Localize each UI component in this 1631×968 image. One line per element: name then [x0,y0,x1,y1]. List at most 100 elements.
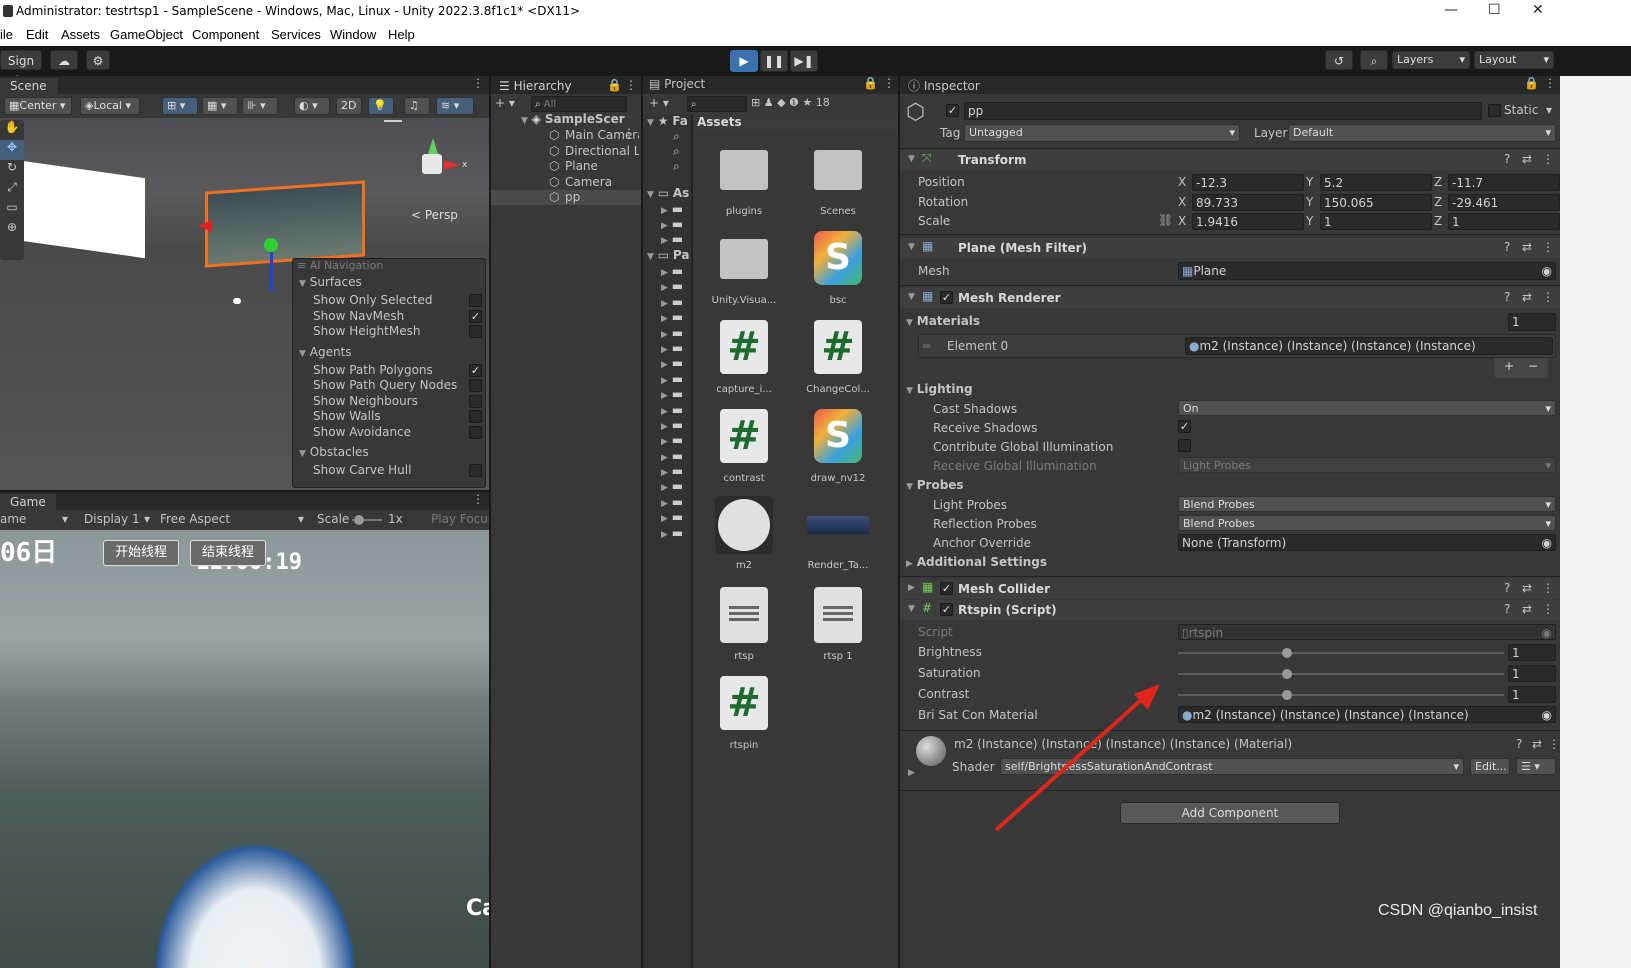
transform-tool-icon[interactable]: ⊕ [0,220,24,240]
hierarchy-item[interactable]: ⬡ Camera [491,175,641,190]
play-icon[interactable]: ▶ [730,50,758,72]
game-view-dropdown[interactable]: ame ▾ [0,512,72,526]
effects-toggle-icon[interactable]: ≋ ▾ [436,97,474,115]
tree-package-node[interactable]: ▶ ▬ [661,479,683,494]
position-x-input[interactable]: -12.3 [1192,174,1304,191]
static-dropdown-icon[interactable]: ▾ [1546,103,1552,117]
tree-package-node[interactable]: ▶ ▬ [661,387,683,402]
slider-thumb[interactable] [1282,648,1292,658]
overlay-item-checkbox[interactable] [469,294,482,307]
probes-foldout[interactable]: ▼ Probes [906,478,964,492]
hierarchy-item[interactable]: ⬡Directional Lig [491,144,641,159]
tab-scene[interactable]: Scene [0,76,58,94]
mesh-field[interactable]: ▦Plane ◉ [1178,262,1556,280]
meshfilter-header[interactable]: ▼ ▦ Plane (Mesh Filter) ? ⇄ ⋮ [900,238,1560,258]
grid-snap-button[interactable]: ⊞ ▾ [162,97,198,115]
overlay-item-checkbox[interactable] [469,379,482,392]
fav-search-icon[interactable]: ⌕ [673,144,680,159]
help-icon[interactable]: ? [1504,240,1510,254]
remove-element-button[interactable]: − [1528,359,1538,373]
game-viewport[interactable]: 06日 11:00:19 开始线程 结束线程 Ca [0,530,489,968]
materials-count-input[interactable]: 1 [1508,313,1556,331]
light-probes-dropdown[interactable]: Blend Probes ▾ [1178,496,1556,512]
sign-in-button[interactable]: Sign in [0,50,42,88]
asset-item[interactable]: Unity.Visua... [697,225,791,311]
perspective-label[interactable]: < Persp [411,208,458,222]
scale-tool-icon[interactable]: ⤢ [0,180,24,200]
tag-dropdown[interactable]: Untagged ▾ [964,124,1240,142]
additional-settings-foldout[interactable]: ▶ Additional Settings [906,555,1047,569]
hierarchy-item[interactable]: ⬡ pp [491,190,641,205]
audio-toggle-icon[interactable]: ♫ [404,97,430,115]
tree-package-node[interactable]: ▶ ▬ [661,310,683,325]
preset-icon[interactable]: ⇄ [1522,602,1532,616]
overlay-item-checkbox[interactable] [469,394,482,408]
overlay-handle-icon[interactable] [384,120,402,122]
tree-package-node[interactable]: ▶ ▬ [661,510,683,525]
slider-thumb[interactable] [1282,669,1292,679]
component-menu-icon[interactable]: ⋮ [1542,290,1554,304]
rotation-z-input[interactable]: -29.461 [1448,193,1560,211]
rotate-tool-icon[interactable]: ↻ [0,160,24,180]
scale-slider[interactable] [352,515,382,525]
overlay-item-checkbox[interactable]: ✓ [469,309,482,323]
menu-assets[interactable]: Assets [61,27,100,42]
asset-item[interactable]: # contrast [697,403,791,489]
slider-thumb[interactable] [1282,690,1292,700]
overlay-section-1[interactable]: ▼ Agents [299,345,352,359]
tree-package-node[interactable]: ▶ ▬ [661,449,683,464]
contrast-input[interactable]: 1 [1508,686,1556,703]
scene-menu-icon[interactable]: ⋮ [472,76,484,90]
project-create-button[interactable]: + ▾ [649,96,669,110]
pivot-dropdown[interactable]: ▦Center ▾ [4,97,72,115]
overlay-item-checkbox[interactable] [469,410,482,423]
help-icon[interactable]: ? [1516,737,1522,751]
bsc-material-field[interactable]: ●m2 (Instance) (Instance) (Instance) (In… [1178,706,1556,723]
tab-hierarchy[interactable]: ☰ Hierarchy [499,79,572,93]
tree-package-node[interactable]: ▶ ▬ [661,526,683,541]
favorites-node[interactable]: ▼ ★ Fa [647,114,688,128]
fav-search-icon[interactable]: ⌕ [673,159,680,174]
menu-services[interactable]: Services [271,27,321,42]
scale-x-input[interactable]: 1.9416 [1192,213,1304,230]
game-menu-icon[interactable]: ⋮ [472,492,484,506]
draw-mode-button[interactable]: ◐ ▾ [294,97,330,115]
overlay-item-checkbox[interactable] [469,464,482,477]
lighting-toggle-icon[interactable]: 💡 [368,97,394,115]
tree-package-node[interactable]: ▶ ▬ [661,372,683,387]
contribute-gi-checkbox[interactable] [1178,439,1191,452]
tab-inspector[interactable]: ⓘ Inspector [908,77,980,94]
minimize-button[interactable]: — [1444,2,1458,18]
tree-package-node[interactable]: ▶ ▬ [661,341,683,356]
meshcollider-enabled-checkbox[interactable]: ✓ [940,582,953,595]
menu-component[interactable]: Component [192,27,259,42]
menu-help[interactable]: Help [388,27,415,42]
space-dropdown[interactable]: ◈Local ▾ [80,97,140,115]
preset-icon[interactable]: ⇄ [1522,240,1532,254]
tree-package-node[interactable]: ▶ ▬ [661,356,683,371]
close-button[interactable]: ✕ [1532,2,1544,18]
tree-package-node[interactable]: ▶ ▬ [661,495,683,510]
start-thread-button[interactable]: 开始线程 [103,540,179,566]
help-icon[interactable]: ? [1504,152,1510,166]
project-filter-icons[interactable]: ⊞ ♟ ◆ ❶ ★ 18 [751,96,891,109]
tree-package-node[interactable]: ▶ ▬ [661,403,683,418]
element-0-field[interactable]: ●m2 (Instance) (Instance) (Instance) (In… [1185,337,1553,355]
tab-game[interactable]: Game [0,492,56,510]
step-icon[interactable]: ▶❚ [790,50,818,72]
materials-foldout[interactable]: ▼ Materials [906,314,980,328]
component-menu-icon[interactable]: ⋮ [1548,737,1560,751]
asset-item[interactable]: plugins [697,136,791,222]
overlay-item-checkbox[interactable]: ✓ [469,363,482,377]
menu-gameobject[interactable]: GameObject [110,27,183,42]
tree-folder-node[interactable]: ▶ ▬ [661,202,683,217]
z-axis-handle-icon[interactable] [270,252,273,292]
cast-shadows-dropdown[interactable]: On ▾ [1178,400,1556,416]
scale-y-input[interactable]: 1 [1320,213,1432,230]
menu-window[interactable]: Window [330,27,376,42]
end-thread-button[interactable]: 结束线程 [190,540,266,566]
tree-package-node[interactable]: ▶ ▬ [661,264,683,279]
move-tool-icon[interactable]: ✥ [0,140,24,160]
asset-item[interactable]: # ChangeCol... [791,314,885,400]
inspector-menu-icon[interactable]: ⋮ [1544,76,1556,90]
